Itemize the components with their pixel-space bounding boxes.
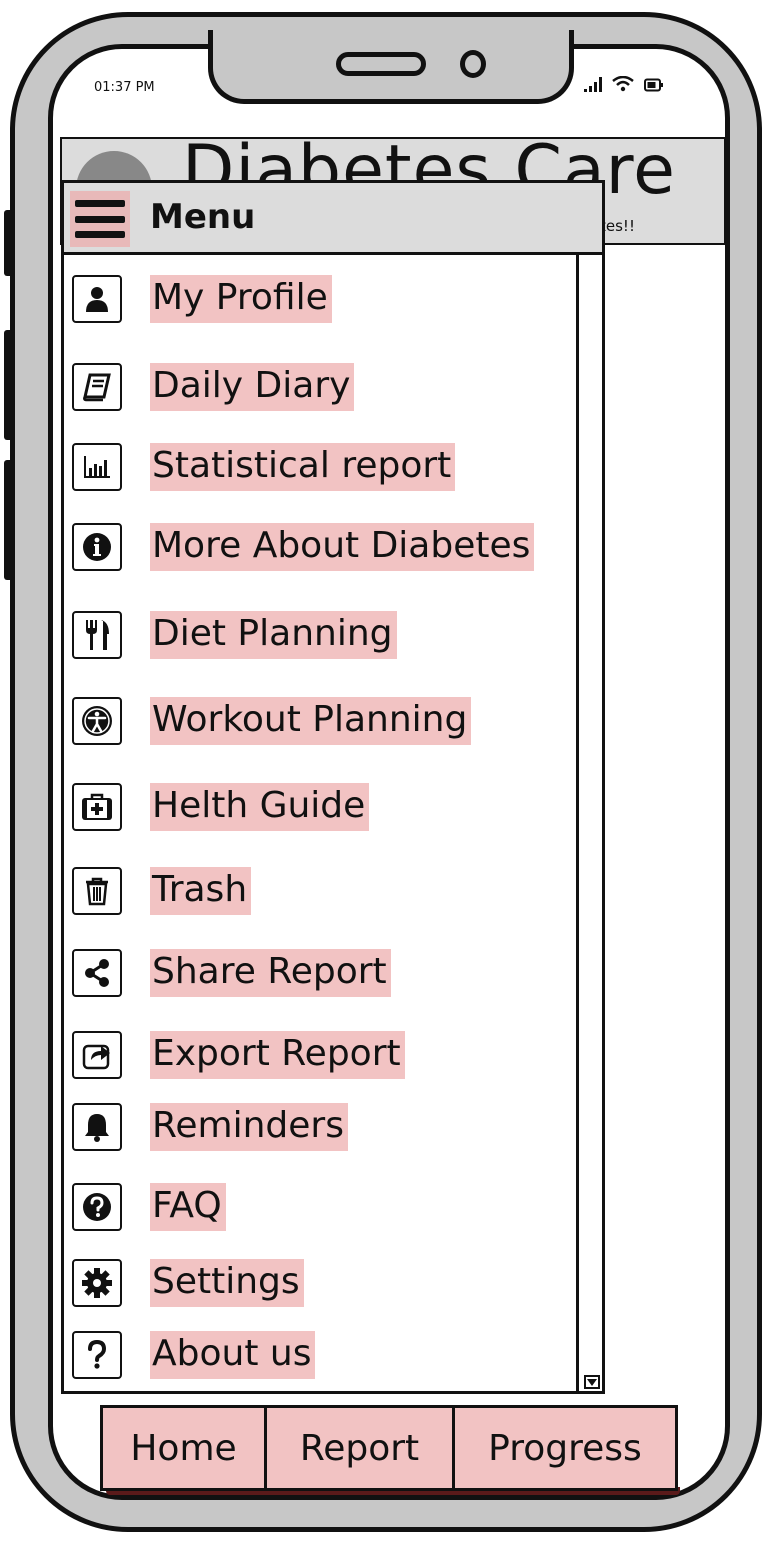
menu-item-reminders[interactable]: Reminders xyxy=(72,1097,348,1157)
menu-item-label: About us xyxy=(150,1331,316,1379)
phone-side-button xyxy=(4,210,14,276)
menu-item-my-profile[interactable]: My Profile xyxy=(72,269,332,329)
menu-item-statistical-report[interactable]: Statistical report xyxy=(72,437,456,497)
menu-item-label: Diet Planning xyxy=(150,611,397,659)
user-icon xyxy=(72,275,122,323)
phone-side-button xyxy=(4,460,14,580)
menu-item-label: Trash xyxy=(150,867,252,915)
nav-progress-button[interactable]: Progress xyxy=(455,1408,675,1488)
nav-home-button[interactable]: Home xyxy=(103,1408,267,1488)
menu-item-settings[interactable]: Settings xyxy=(72,1253,304,1313)
battery-icon xyxy=(644,78,663,92)
status-time: 01:37 PM xyxy=(94,80,155,95)
menu-item-label: Export Report xyxy=(150,1031,405,1079)
scroll-down-icon[interactable] xyxy=(584,1375,600,1389)
menu-item-diet-planning[interactable]: Diet Planning xyxy=(72,605,397,665)
book-icon xyxy=(72,363,122,411)
menu-item-label: Share Report xyxy=(150,949,391,997)
wifi-icon xyxy=(612,76,634,92)
nav-report-button[interactable]: Report xyxy=(267,1408,455,1488)
menu-item-about-us[interactable]: About us xyxy=(72,1325,316,1385)
app-subtitle: tes!! xyxy=(600,217,635,235)
menu-item-share-report[interactable]: Share Report xyxy=(72,943,391,1003)
menu-item-faq[interactable]: FAQ xyxy=(72,1177,226,1237)
share-icon xyxy=(72,949,122,997)
menu-item-label: Reminders xyxy=(150,1103,348,1151)
menu-item-label: Daily Diary xyxy=(150,363,355,411)
bell-icon xyxy=(72,1103,122,1151)
menu-item-more-about-diabetes[interactable]: More About Diabetes xyxy=(72,517,535,577)
speaker-icon xyxy=(336,52,426,76)
gear-icon xyxy=(72,1259,122,1307)
side-menu: Menu My Profile Daily Diary Statistical … xyxy=(61,180,605,1394)
menu-item-label: FAQ xyxy=(150,1183,226,1231)
accessibility-icon xyxy=(72,697,122,745)
menu-item-label: Settings xyxy=(150,1259,304,1307)
camera-icon xyxy=(460,50,486,78)
menu-item-daily-diary[interactable]: Daily Diary xyxy=(72,357,355,417)
menu-item-export-report[interactable]: Export Report xyxy=(72,1025,405,1085)
hamburger-menu-icon[interactable] xyxy=(70,191,130,247)
question-icon xyxy=(72,1331,122,1379)
menu-item-label: Helth Guide xyxy=(150,783,370,831)
menu-header: Menu xyxy=(64,183,602,255)
menu-item-label: Workout Planning xyxy=(150,697,472,745)
medkit-icon xyxy=(72,783,122,831)
trash-icon xyxy=(72,867,122,915)
menu-scrollbar[interactable] xyxy=(576,255,602,1391)
bar-chart-icon xyxy=(72,443,122,491)
menu-item-label: Statistical report xyxy=(150,443,456,491)
status-icons xyxy=(584,76,664,92)
signal-icon xyxy=(584,76,602,92)
menu-item-label: More About Diabetes xyxy=(150,523,535,571)
cutlery-icon xyxy=(72,611,122,659)
menu-item-trash[interactable]: Trash xyxy=(72,861,252,921)
menu-item-workout-planning[interactable]: Workout Planning xyxy=(72,691,472,751)
phone-side-button xyxy=(4,330,14,440)
info-icon xyxy=(72,523,122,571)
menu-item-label: My Profile xyxy=(150,275,332,323)
menu-title: Menu xyxy=(150,197,256,237)
bottom-nav: Home Report Progress xyxy=(100,1405,678,1491)
question-circle-icon xyxy=(72,1183,122,1231)
menu-item-helth-guide[interactable]: Helth Guide xyxy=(72,777,370,837)
export-icon xyxy=(72,1031,122,1079)
